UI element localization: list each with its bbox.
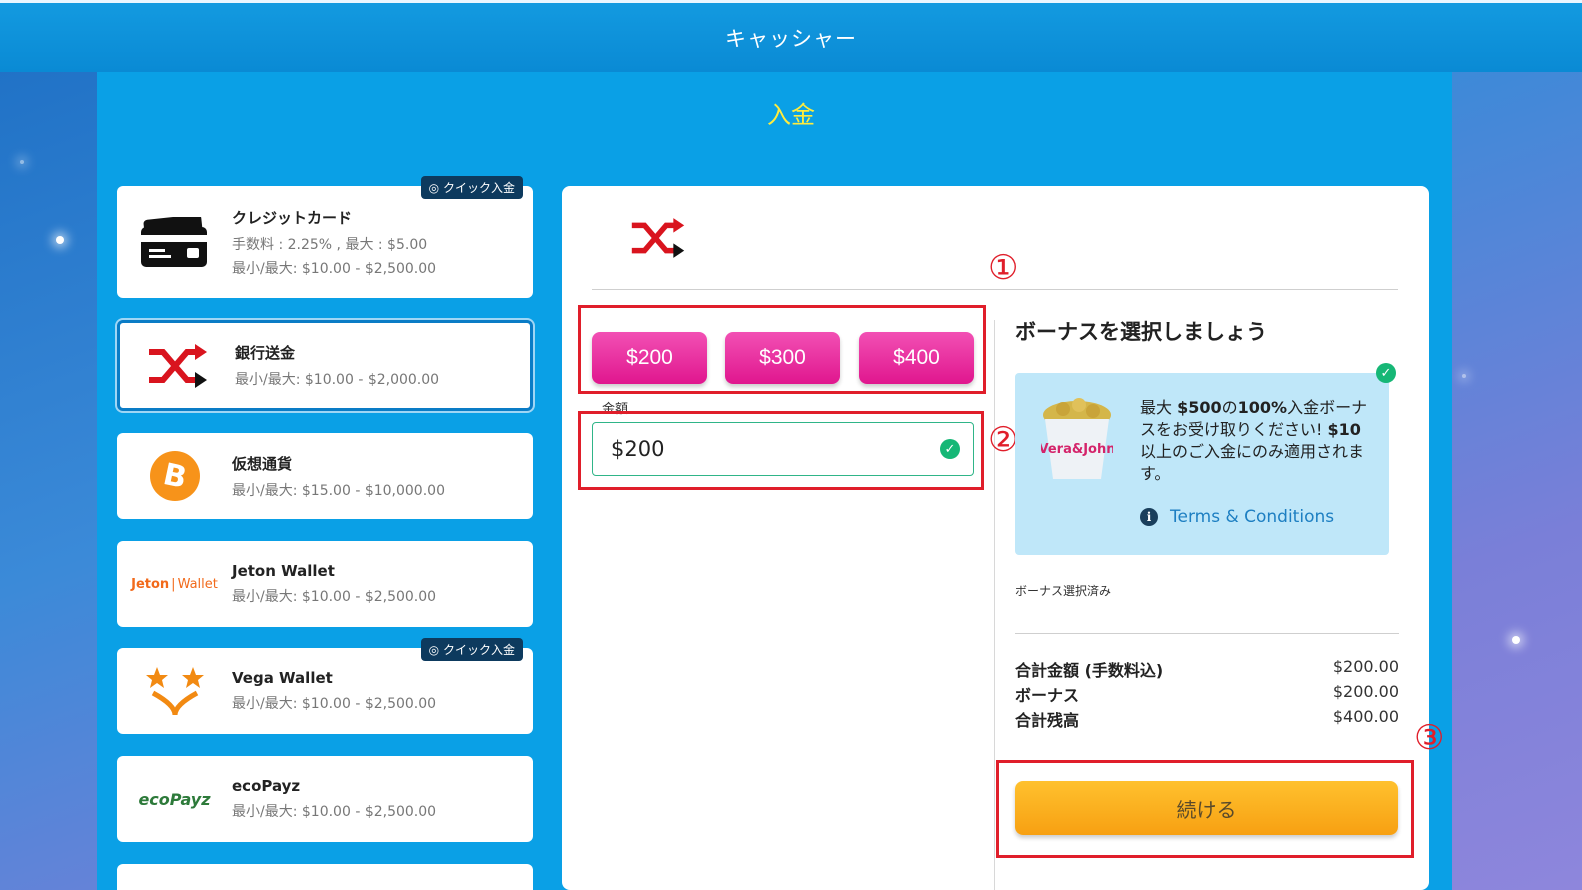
- method-name: クレジットカード: [232, 208, 353, 227]
- method-name: Vega Wallet: [232, 669, 333, 687]
- header-title: キャッシャー: [725, 26, 857, 51]
- divider: [1015, 633, 1399, 634]
- bonus-bucket-image: Vera&John: [1041, 398, 1113, 479]
- vera-john-logo: Vera&John: [1041, 442, 1113, 457]
- sparkle: [1462, 374, 1466, 378]
- method-ecopayz[interactable]: ecoPayz ecoPayz 最小/最大: $10.00 - $2,500.0…: [117, 756, 533, 842]
- sparkle: [1512, 636, 1520, 644]
- terms-link[interactable]: i Terms & Conditions: [1140, 507, 1334, 527]
- method-limits: 最小/最大: $10.00 - $2,000.00: [235, 372, 440, 388]
- quick-deposit-badge: ◎ クイック入金: [420, 638, 523, 661]
- method-fee: 手数料 : 2.25% , 最大 : $5.00: [232, 236, 428, 253]
- info-icon: i: [1140, 508, 1158, 526]
- method-limits: 最小/最大: $10.00 - $2,500.00: [232, 696, 437, 712]
- bonus-description: 最大 $500の100%入金ボーナスをお受け取りください! $10以上のご入金に…: [1140, 398, 1368, 483]
- summary-total-amount: 合計金額 (手数料込) $200.00: [1015, 657, 1399, 680]
- bonus-offer-card[interactable]: Vera&John 最大 $500の100%入金ボーナスをお受け取りください! …: [1015, 373, 1389, 555]
- method-limits: 最小/最大: $15.00 - $10,000.00: [232, 482, 445, 499]
- shuffle-icon: [148, 343, 207, 388]
- ecopayz-logo: ecoPayz: [138, 789, 211, 809]
- quick-deposit-badge: ◎ クイック入金: [420, 176, 523, 199]
- cashier-header: キャッシャー: [0, 0, 1582, 72]
- vega-stars-icon: [145, 667, 204, 716]
- bonus-selected-label: ボーナス選択済み: [1015, 584, 1112, 598]
- summary-bonus: ボーナス $200.00: [1015, 682, 1399, 705]
- method-limits: 最小/最大: $10.00 - $2,500.00: [232, 804, 437, 820]
- method-name: ecoPayz: [232, 777, 301, 795]
- amount-400-button[interactable]: $400: [859, 332, 974, 384]
- sparkle: [20, 160, 24, 164]
- method-crypto[interactable]: B 仮想通貨 最小/最大: $15.00 - $10,000.00: [117, 433, 533, 519]
- bitcoin-icon: B: [149, 451, 200, 501]
- bonus-selected-check-icon: ✓: [1376, 363, 1396, 383]
- method-name: 銀行送金: [235, 344, 296, 362]
- method-limits: 最小/最大: $10.00 - $2,500.00: [232, 589, 437, 605]
- amount-300-button[interactable]: $300: [725, 332, 840, 384]
- method-name: 仮想通貨: [232, 454, 293, 473]
- annotation-3: ③: [1414, 718, 1445, 758]
- fingerprint-icon: ◎: [428, 643, 440, 657]
- jeton-logo: Jeton | Wallet: [131, 576, 218, 592]
- bonus-title: ボーナスを選択しましょう: [1015, 320, 1267, 344]
- method-name: Jeton Wallet: [232, 562, 335, 580]
- annotation-1: ①: [988, 248, 1019, 288]
- method-limits: 最小/最大: $10.00 - $2,500.00: [232, 260, 437, 277]
- shuffle-icon: [631, 218, 685, 258]
- deposit-card: ① $200 $300 $400 金額 ✓ ② ボーナスを選択しましょう Ver…: [562, 186, 1444, 890]
- continue-button[interactable]: 続ける: [1015, 781, 1398, 835]
- sparkle: [56, 236, 64, 244]
- amount-200-button[interactable]: $200: [592, 332, 707, 384]
- divider: [994, 320, 995, 890]
- annotation-2: ②: [988, 420, 1019, 460]
- summary-total-balance: 合計残高 $400.00: [1015, 707, 1399, 730]
- method-vega-wallet[interactable]: Vega Wallet 最小/最大: $10.00 - $2,500.00 ◎ …: [117, 638, 533, 734]
- method-bank-transfer[interactable]: 銀行送金 最小/最大: $10.00 - $2,000.00: [117, 320, 533, 411]
- credit-card-icon: [140, 217, 207, 267]
- method-partial[interactable]: [117, 864, 533, 890]
- fingerprint-icon: ◎: [428, 181, 440, 195]
- page-title: 入金: [767, 101, 815, 129]
- divider: [592, 289, 1398, 290]
- method-jeton-wallet[interactable]: Jeton | Wallet Jeton Wallet 最小/最大: $10.0…: [117, 541, 533, 627]
- method-credit-card[interactable]: クレジットカード 手数料 : 2.25% , 最大 : $5.00 最小/最大:…: [117, 176, 533, 298]
- annotation-box-2: [578, 411, 984, 490]
